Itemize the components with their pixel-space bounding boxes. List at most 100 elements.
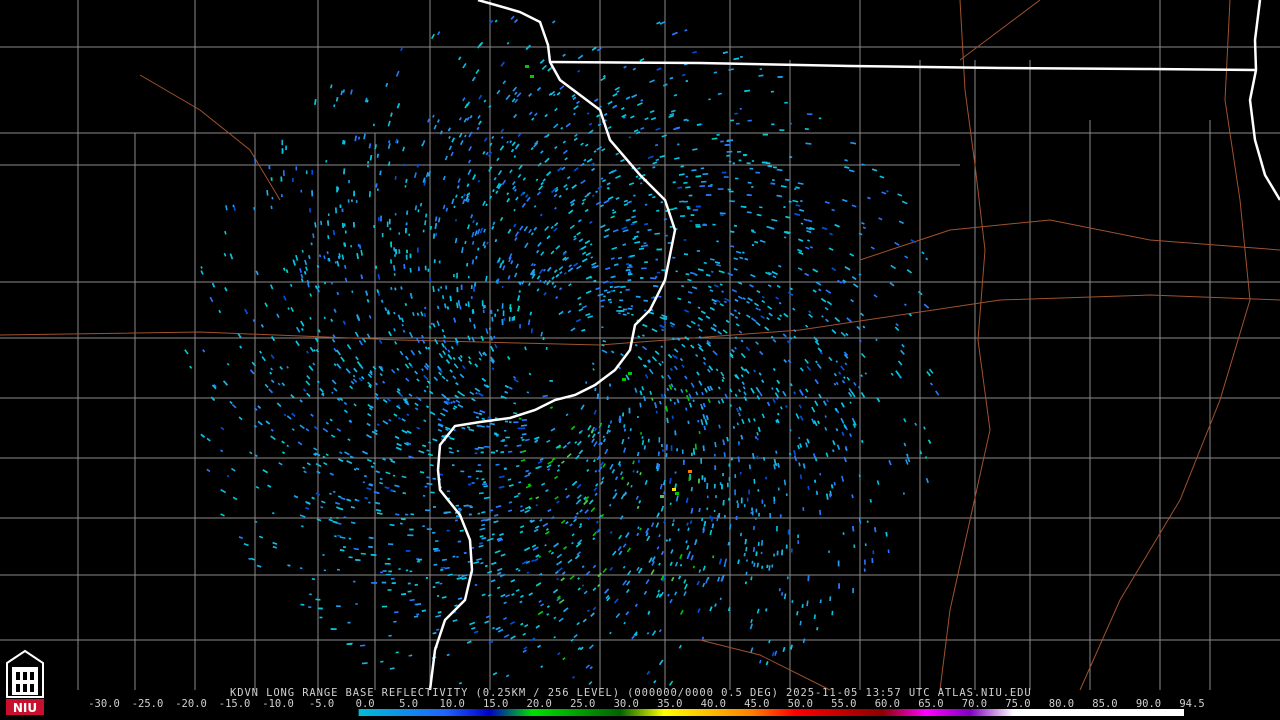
echo-pixel [531,117,535,121]
echo-pixel [581,584,585,587]
echo-pixel [405,355,409,361]
echo-pixel [530,147,534,151]
echo-pixel [327,235,330,240]
echo-pixel [321,500,326,504]
niu-tower-logo: NIU [4,645,46,717]
echo-pixel [416,163,420,168]
echo-pixel [617,546,622,551]
echo-pixel [587,315,594,319]
echo-pixel [395,70,400,77]
echo-pixel [805,142,812,145]
echo-pixel [485,151,489,156]
echo-pixel [351,290,354,293]
echo-pixel [738,330,743,334]
echo-pixel [520,427,526,430]
echo-pixel [815,360,818,364]
echo-pixel [344,451,350,456]
echo-pixel [825,318,829,323]
echo-pixel [394,611,399,614]
echo-pixel [604,228,610,232]
echo-pixel [578,525,583,529]
echo-pixel [903,442,907,447]
echo-pixel [513,495,519,499]
echo-pixel [546,235,551,240]
echo-pixel [350,380,355,385]
echo-pixel [239,345,243,349]
echo-pixel [426,476,431,479]
echo-pixel [456,185,460,189]
echo-pixel [553,222,559,227]
echo-pixel [708,98,711,101]
echo-pixel [825,452,829,458]
echo-pixel [796,610,799,616]
echo-pixel [500,61,505,67]
echo-pixel [333,363,337,367]
echo-pixel [521,280,525,285]
echo-pixel [719,597,722,601]
echo-pixel [432,631,437,635]
echo-pixel [637,355,643,361]
echo-pixel [738,388,741,393]
echo-pixel [366,458,372,463]
echo-pixel [461,195,464,199]
echo-pixel [477,114,481,119]
echo-pixel [323,255,326,259]
echo-pixel [759,239,766,243]
echo-pixel [761,565,764,569]
echo-pixel [595,483,599,487]
echo-pixel [285,269,289,273]
echo-pixel [543,292,547,296]
echo-pixel [860,352,866,359]
echo-pixel [783,359,787,363]
echo-cell [672,488,676,491]
echo-pixel [612,550,617,556]
echo-pixel [608,429,611,433]
echo-pixel [737,559,740,564]
echo-pixel [470,214,474,219]
echo-pixel [521,202,526,208]
echo-pixel [310,413,314,417]
echo-pixel [622,229,629,233]
echo-pixel [523,646,528,650]
echo-pixel [553,269,558,273]
echo-pixel [527,472,532,475]
echo-pixel [596,114,600,118]
echo-pixel [452,400,456,404]
echo-pixel [869,499,872,503]
echo-pixel [375,183,378,188]
echo-pixel [394,287,397,291]
echo-pixel [536,191,541,196]
echo-pixel [483,228,487,233]
echo-pixel [534,436,540,440]
echo-pixel [425,213,428,218]
echo-pixel [297,441,303,446]
echo-pixel [594,427,598,432]
echo-pixel [575,501,579,505]
echo-pixel [525,194,529,198]
echo-pixel [541,64,547,70]
echo-pixel [816,363,822,369]
echo-pixel [283,267,286,271]
echo-pixel [705,273,711,277]
echo-pixel [669,561,673,566]
echo-pixel [493,177,497,181]
echo-pixel [432,438,438,442]
echo-pixel [611,246,618,251]
echo-pixel [566,176,571,180]
echo-pixel [630,484,633,488]
echo-pixel [309,208,312,213]
echo-pixel [665,405,669,412]
echo-pixel [734,336,738,339]
echo-pixel [300,603,305,606]
echo-pixel [701,517,704,522]
echo-pixel [697,317,703,321]
echo-pixel [259,350,262,354]
echo-pixel [362,450,368,455]
echo-pixel [510,579,516,583]
echo-pixel [474,387,481,393]
echo-pixel [620,285,626,288]
echo-pixel [396,442,402,447]
echo-pixel [717,92,722,95]
echo-pixel [337,507,344,511]
echo-pixel [794,212,801,216]
